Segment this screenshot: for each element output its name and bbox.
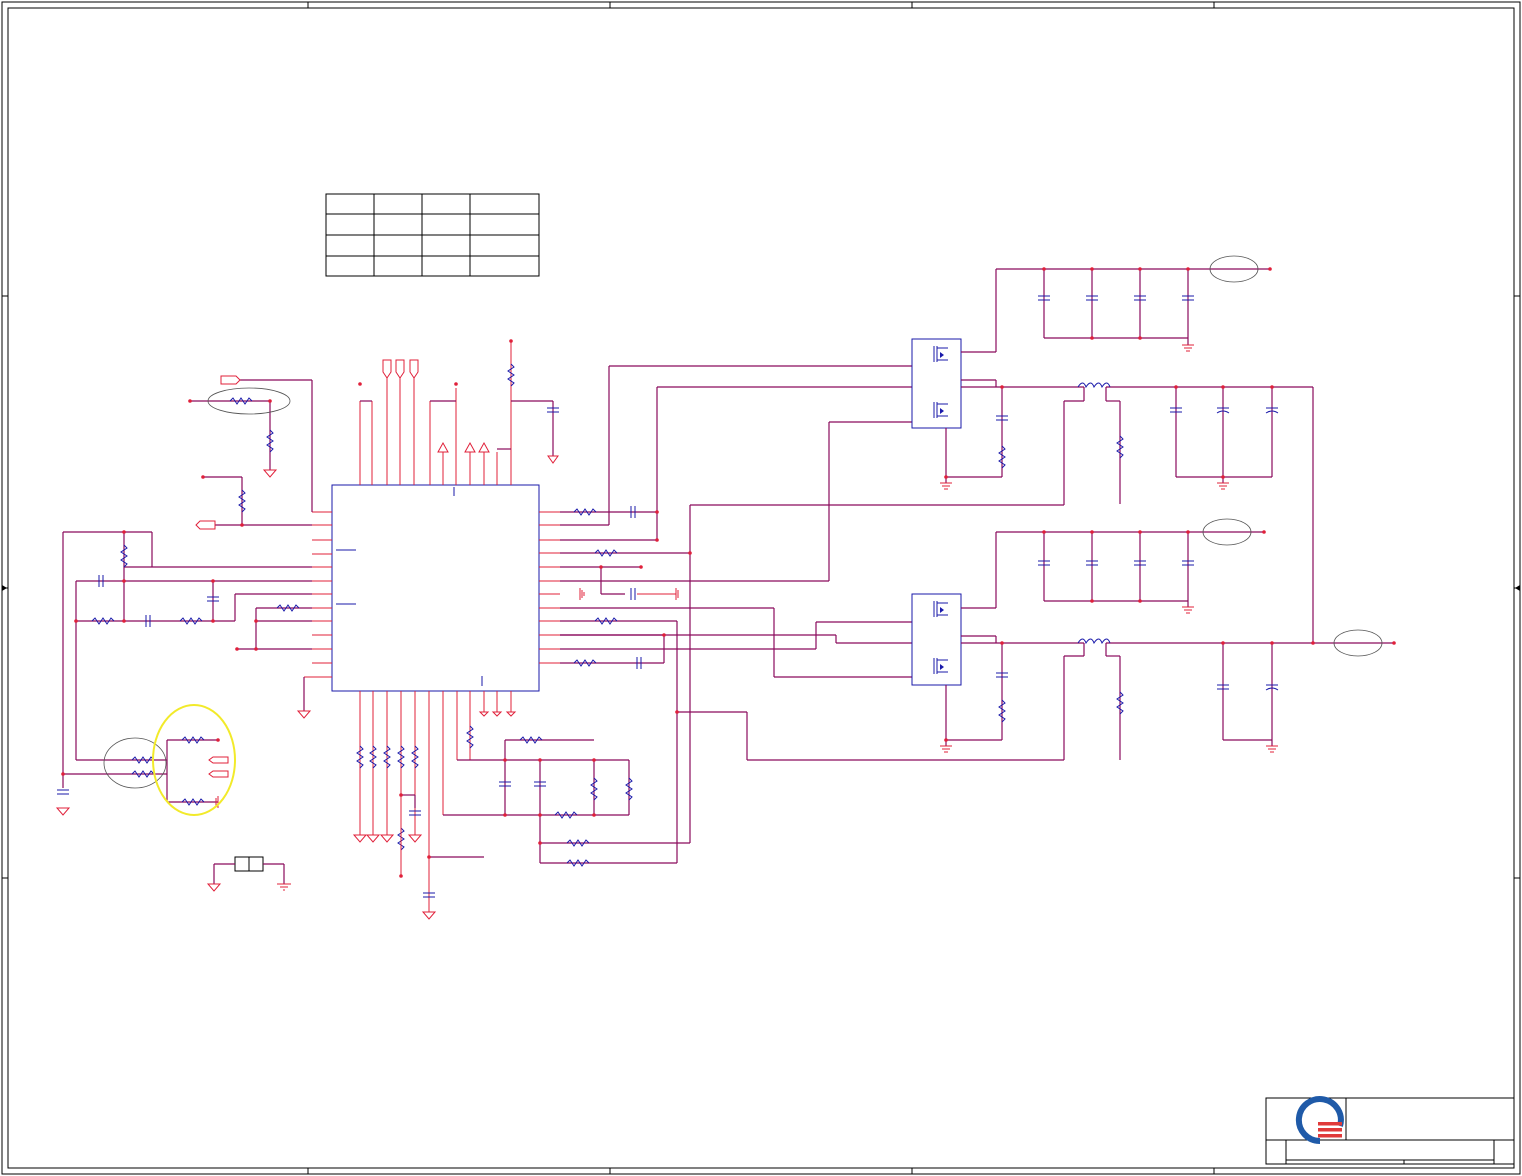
phase2-wiring	[945, 531, 1394, 760]
left-wiring	[62, 379, 313, 803]
phase1-grounds	[940, 344, 1229, 490]
right-passives	[573, 506, 642, 669]
phase1-passives	[996, 295, 1279, 469]
phase2-grounds	[940, 606, 1278, 753]
bottom-wiring	[401, 739, 690, 864]
right-ground-symbols	[579, 588, 679, 600]
right-wiring	[560, 365, 1084, 863]
compensation-network	[499, 736, 633, 867]
phase2-passives	[996, 560, 1279, 723]
company-logo-icon	[1295, 1096, 1344, 1145]
ic-right-pins	[539, 511, 560, 664]
config-table	[325, 193, 540, 277]
controller-ic	[331, 484, 540, 692]
mosfet-pair-phase2	[911, 593, 962, 686]
phase1-wiring	[945, 268, 1314, 643]
schematic-sheet	[0, 0, 1522, 1176]
title-block	[1265, 1096, 1515, 1165]
sheet-frame	[1, 1, 1521, 1175]
top-offpage-connectors	[382, 359, 559, 464]
jumper-block	[206, 856, 291, 892]
left-passives	[57, 397, 300, 806]
ic-bottom-pins	[359, 691, 512, 912]
schematic-drawing	[1, 1, 1521, 1175]
mosfet-pair-phase1	[911, 338, 962, 429]
